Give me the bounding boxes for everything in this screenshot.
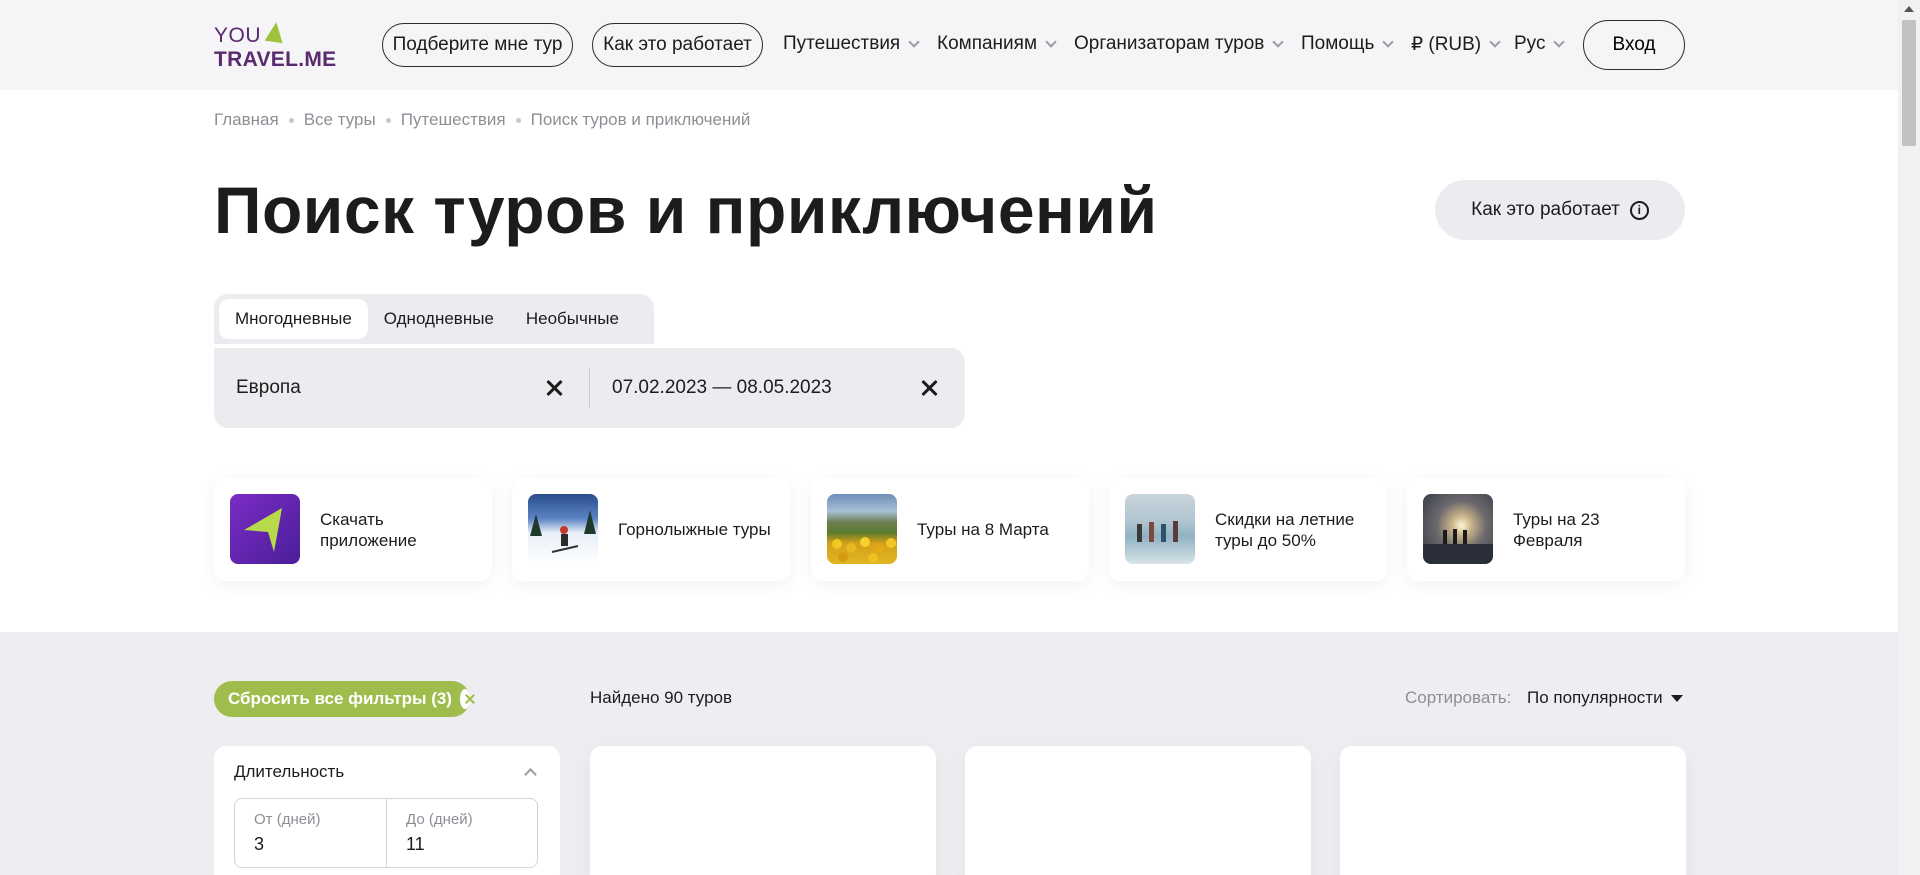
top-header: YOU TRAVEL.ME Подберите мне тур Как это … [0,0,1898,90]
tab-oneday[interactable]: Однодневные [368,299,510,339]
nav-help[interactable]: Помощь [1301,33,1395,55]
nav-organizers-label: Организаторам туров [1074,33,1265,54]
duration-to-field[interactable]: До (дней) 11 [386,799,537,867]
clear-destination-icon[interactable] [542,376,566,400]
results-count: Найдено 90 туров [590,688,733,707]
promo-card-feb23[interactable]: Туры на 23 Февраля [1407,478,1685,581]
ski-photo [528,494,598,564]
reset-filters-button[interactable]: Сбросить все фильтры (3) [214,681,470,717]
duration-from-field[interactable]: От (дней) 3 [235,799,386,867]
scroll-thumb[interactable] [1902,20,1916,146]
breadcrumb-travel[interactable]: Путешествия [401,110,506,130]
chevron-down-icon [908,35,920,48]
promo-label: Горнолыжные туры [618,520,771,539]
promo-card-app[interactable]: Скачать приложение [214,478,492,581]
duration-to-label: До (дней) [406,811,473,828]
page-title: Поиск туров и приключений [214,173,1158,247]
nav-travel-label: Путешествия [783,33,901,54]
page-scrollbar[interactable] [1898,0,1920,875]
pick-tour-button[interactable]: Подберите мне тур [382,23,573,67]
chevron-down-icon [1272,35,1285,48]
sort-value: По популярности [1527,688,1663,707]
how-it-works-nav-button[interactable]: Как это работает [592,23,763,67]
promo-card-summer-sale[interactable]: Скидки на летние туры до 50% [1109,478,1387,581]
nav-travel[interactable]: Путешествия [783,33,920,55]
search-divider [589,368,590,408]
app-icon [230,494,300,564]
sunset-photo [1423,494,1493,564]
tour-type-tabs: Многодневные Однодневные Необычные [214,294,654,344]
promo-card-ski[interactable]: Горнолыжные туры [512,478,790,581]
tab-multiday[interactable]: Многодневные [219,299,368,339]
duration-to-value[interactable]: 11 [406,834,518,855]
nav-organizers[interactable]: Организаторам туров [1074,33,1285,55]
tulips-photo [827,494,897,564]
duration-from-value[interactable]: 3 [254,834,367,855]
breadcrumb-all-tours[interactable]: Все туры [304,110,376,130]
currency-select[interactable]: ₽ (RUB) [1411,33,1501,56]
nav-help-label: Помощь [1301,33,1375,54]
search-panel: Европа 07.02.2023 — 08.05.2023 [214,348,965,428]
language-select[interactable]: Рус [1514,33,1566,55]
sort-select[interactable]: По популярности [1527,688,1683,708]
close-circle-icon [459,689,470,709]
promo-label: Туры на 8 Марта [917,520,1049,539]
chevron-down-icon [1045,35,1057,48]
nav-companies[interactable]: Компаниям [937,33,1057,55]
promo-label: Скачать приложение [320,509,417,550]
breadcrumb-separator [515,117,521,123]
dates-input[interactable]: 07.02.2023 — 08.05.2023 [612,348,832,428]
destination-input[interactable]: Европа [236,348,301,428]
language-label: Рус [1514,33,1546,54]
scroll-up-arrow-icon[interactable] [1904,6,1914,12]
tab-unusual[interactable]: Необычные [510,299,635,339]
filter-title: Длительность [234,762,345,781]
chevron-up-icon[interactable] [524,768,537,781]
breadcrumb-home[interactable]: Главная [214,110,279,130]
breadcrumb-separator [288,117,294,123]
logo[interactable]: YOU TRAVEL.ME [214,20,337,72]
chevron-down-icon [1553,35,1566,48]
currency-label: ₽ (RUB) [1411,34,1482,55]
breadcrumb: Главная Все туры Путешествия Поиск туров… [214,110,750,130]
info-icon: i [1629,200,1649,220]
logo-text-top: YOU [214,24,262,47]
nav-companies-label: Компаниям [937,33,1038,54]
breadcrumb-separator [385,117,391,123]
reset-filters-label: Сбросить все фильтры (3) [228,689,452,708]
duration-from-label: От (дней) [254,811,321,828]
sort-label: Сортировать: [1405,688,1512,707]
how-it-works-button[interactable]: Как это работает i [1435,180,1685,240]
chevron-down-icon [1382,35,1395,48]
duration-range: От (дней) 3 До (дней) 11 [234,798,538,868]
logo-arrow-icon [264,20,286,44]
chevron-down-icon [1489,36,1501,48]
promo-label: Туры на 23 Февраля [1513,509,1600,550]
promo-card-march8[interactable]: Туры на 8 Марта [811,478,1089,581]
logo-text-bottom: TRAVEL.ME [214,48,337,71]
how-it-works-label: Как это работает [1471,199,1620,220]
promo-label: Скидки на летние туры до 50% [1215,509,1355,550]
tour-card[interactable] [1340,746,1686,875]
duration-filter: Длительность От (дней) 3 До (дней) 11 [214,746,560,875]
tour-card[interactable] [965,746,1311,875]
login-button[interactable]: Вход [1583,20,1685,70]
breadcrumb-current: Поиск туров и приключений [530,110,751,129]
tour-card[interactable] [590,746,936,875]
beach-photo [1125,494,1195,564]
clear-dates-icon[interactable] [917,376,941,400]
caret-down-icon [1670,694,1683,702]
